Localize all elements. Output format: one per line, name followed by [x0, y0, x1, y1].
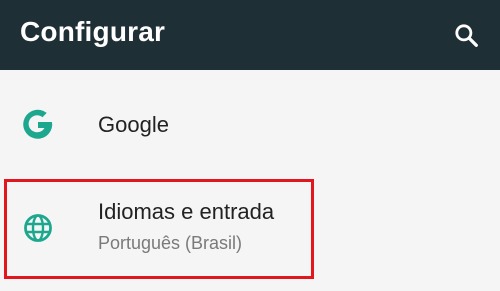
list-item-title: Idiomas e entrada — [98, 199, 275, 224]
page-title: Configurar — [20, 16, 166, 47]
list-item-title: Google — [98, 112, 169, 137]
list-item-languages[interactable]: Idiomas e entrada Português (Brasil) — [0, 176, 500, 276]
search-button[interactable] — [448, 17, 484, 53]
globe-icon — [18, 208, 58, 248]
search-icon — [455, 24, 478, 47]
list-item-google[interactable]: Google — [0, 90, 500, 160]
list-item-subtitle: Português (Brasil) — [98, 233, 243, 253]
google-g-icon — [18, 105, 58, 145]
app-bar: Configurar — [0, 0, 500, 70]
